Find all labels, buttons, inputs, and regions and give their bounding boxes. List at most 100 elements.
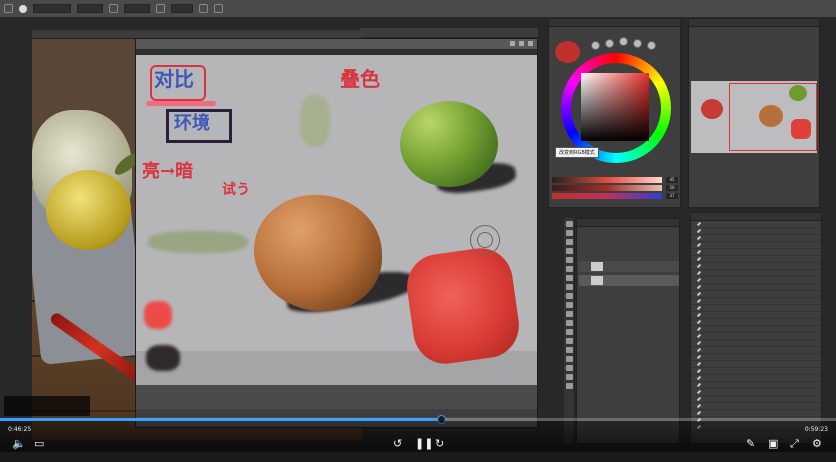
shape-tool-icon[interactable] [566, 365, 573, 371]
mode-dropdown[interactable] [33, 4, 71, 13]
color-panel-header[interactable] [549, 19, 680, 27]
stamp-tool-icon[interactable] [566, 284, 573, 290]
second-document-tab[interactable] [360, 28, 538, 37]
history-row[interactable] [691, 354, 821, 361]
volume-icon[interactable]: 🔈 [12, 438, 26, 449]
history-row[interactable] [691, 368, 821, 375]
subtitle-icon[interactable]: ▭ [34, 438, 44, 449]
history-row[interactable] [691, 389, 821, 396]
annotation-light-to-dark: 亮→暗 [142, 161, 194, 182]
zoom-tool-icon[interactable] [566, 383, 573, 389]
settings-gear-icon[interactable] [199, 4, 208, 13]
history-row[interactable] [691, 221, 821, 228]
history-row[interactable] [691, 326, 821, 333]
history-row[interactable] [691, 312, 821, 319]
brush-preset-picker[interactable] [19, 4, 27, 13]
flow-field[interactable] [124, 4, 150, 13]
smoothing-field[interactable] [171, 4, 193, 13]
forward-icon[interactable]: ↻ [435, 438, 444, 449]
crop-tool-icon[interactable] [566, 248, 573, 254]
opacity-field[interactable] [77, 4, 103, 13]
history-row[interactable] [691, 319, 821, 326]
layer-row[interactable] [579, 261, 679, 272]
history-row[interactable] [691, 396, 821, 403]
document-title-bar[interactable] [136, 39, 537, 49]
history-row[interactable] [691, 291, 821, 298]
foreground-color-swatch[interactable] [555, 41, 580, 63]
navigator-panel-header[interactable] [689, 19, 819, 27]
green-slider[interactable]: 50 [552, 185, 678, 191]
history-row[interactable] [691, 340, 821, 347]
healing-tool-icon[interactable] [566, 266, 573, 272]
minimize-icon[interactable] [510, 41, 515, 46]
history-brush-icon[interactable] [566, 293, 573, 299]
history-row[interactable] [691, 375, 821, 382]
settings-icon[interactable]: ⚙ [812, 438, 822, 449]
layer-row-selected[interactable] [579, 275, 679, 286]
red-value[interactable]: 45 [666, 177, 678, 183]
lasso-tool-icon[interactable] [566, 239, 573, 245]
history-row[interactable] [691, 333, 821, 340]
red-slider[interactable]: 45 [552, 177, 678, 183]
gradient-tool-icon[interactable] [566, 311, 573, 317]
type-tool-icon[interactable] [566, 347, 573, 353]
color-option-icon[interactable] [647, 41, 656, 50]
dodge-tool-icon[interactable] [566, 329, 573, 335]
airbrush-icon[interactable] [156, 4, 165, 13]
pause-icon[interactable]: ❚❚ [415, 438, 433, 449]
history-row[interactable] [691, 249, 821, 256]
pen-icon[interactable]: ✎ [746, 438, 755, 449]
history-row[interactable] [691, 263, 821, 270]
eraser-tool-icon[interactable] [566, 302, 573, 308]
hand-tool-icon[interactable] [566, 374, 573, 380]
history-row[interactable] [691, 298, 821, 305]
history-row[interactable] [691, 235, 821, 242]
eyedropper-tool-icon[interactable] [566, 257, 573, 263]
blue-value[interactable]: 37 [666, 193, 678, 199]
rewind-icon[interactable]: ↺ [393, 438, 402, 449]
blur-tool-icon[interactable] [566, 320, 573, 326]
history-row[interactable] [691, 305, 821, 312]
history-row[interactable] [691, 347, 821, 354]
layers-panel-header[interactable] [577, 219, 679, 227]
history-row[interactable] [691, 284, 821, 291]
color-option-icon[interactable] [605, 39, 614, 48]
navigator-panel[interactable] [688, 18, 820, 208]
history-row[interactable] [691, 270, 821, 277]
history-row[interactable] [691, 382, 821, 389]
move-tool-icon[interactable] [566, 221, 573, 227]
path-select-icon[interactable] [566, 356, 573, 362]
pen-tool-icon[interactable] [566, 338, 573, 344]
history-panel[interactable] [690, 212, 822, 444]
history-row[interactable] [691, 242, 821, 249]
saturation-value-square[interactable] [581, 73, 649, 141]
brush-tool-icon[interactable] [4, 4, 13, 13]
green-apple-painting [400, 101, 498, 187]
painting-document-window[interactable]: 对比 叠色 环境 亮→暗 试う [135, 38, 538, 428]
color-option-icon[interactable] [591, 41, 600, 50]
color-option-icon[interactable] [619, 37, 628, 46]
history-row[interactable] [691, 256, 821, 263]
pressure-size-icon[interactable] [214, 4, 223, 13]
fullscreen-icon[interactable]: ⤢ [790, 438, 799, 449]
green-value[interactable]: 50 [666, 185, 678, 191]
painting-canvas[interactable]: 对比 叠色 环境 亮→暗 试う [136, 55, 537, 385]
history-row[interactable] [691, 361, 821, 368]
layers-panel[interactable] [576, 218, 680, 444]
navigator-view-box[interactable] [729, 83, 817, 151]
close-icon[interactable] [528, 41, 533, 46]
history-row[interactable] [691, 228, 821, 235]
blue-slider[interactable]: 37 [552, 193, 678, 199]
maximize-icon[interactable] [519, 41, 524, 46]
color-panel[interactable]: 改变到RGB模式 45 50 37 [548, 18, 681, 208]
history-row[interactable] [691, 410, 821, 417]
pressure-opacity-icon[interactable] [109, 4, 118, 13]
history-row[interactable] [691, 403, 821, 410]
long-green-stroke [148, 231, 248, 253]
history-panel-header[interactable] [691, 213, 821, 221]
picture-in-picture-icon[interactable]: ▣ [768, 438, 778, 449]
brush-tool-icon[interactable] [566, 275, 573, 281]
marquee-tool-icon[interactable] [566, 230, 573, 236]
color-option-icon[interactable] [633, 39, 642, 48]
history-row[interactable] [691, 277, 821, 284]
